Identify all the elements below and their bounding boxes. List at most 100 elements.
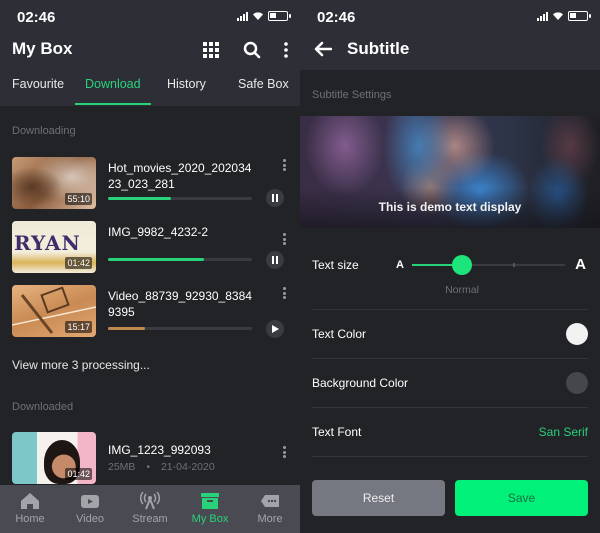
reset-button[interactable]: Reset bbox=[312, 480, 445, 516]
more-vert-icon[interactable] bbox=[274, 38, 298, 62]
nav-label: Stream bbox=[132, 513, 168, 525]
nav-video[interactable]: Video bbox=[60, 485, 120, 533]
item-more-icon[interactable] bbox=[280, 157, 288, 173]
subtitle-header: 02:46 Subtitle bbox=[300, 0, 600, 70]
signal-icon bbox=[537, 11, 548, 21]
text-size-slider[interactable] bbox=[412, 255, 565, 275]
status-bar: 02:46 bbox=[0, 0, 300, 34]
file-meta: 25MB • 21-04-2020 bbox=[108, 461, 215, 473]
settings-section-label: Subtitle Settings bbox=[312, 89, 392, 101]
file-name: IMG_1223_992093 bbox=[108, 443, 211, 457]
view-more-link[interactable]: View more 3 processing... bbox=[12, 358, 150, 372]
grid-icon[interactable] bbox=[199, 38, 223, 62]
text-size-label: Text size bbox=[312, 258, 359, 272]
mybox-screen: 02:46 My Box Favourite Download History bbox=[0, 0, 300, 533]
pause-button[interactable] bbox=[266, 189, 284, 207]
page-title: My Box bbox=[12, 39, 73, 58]
search-icon[interactable] bbox=[240, 38, 264, 62]
video-duration: 01:42 bbox=[65, 257, 92, 269]
more-icon bbox=[261, 495, 279, 507]
download-progress-bar bbox=[108, 327, 252, 330]
nav-label: More bbox=[257, 513, 283, 525]
text-font-setting[interactable]: Text Font San Serif bbox=[312, 408, 588, 457]
mybox-header: 02:46 My Box Favourite Download History bbox=[0, 0, 300, 106]
slider-thumb[interactable] bbox=[452, 255, 473, 275]
active-tab-indicator bbox=[75, 103, 151, 105]
resume-button[interactable] bbox=[266, 320, 284, 338]
nav-label: Home bbox=[15, 513, 45, 525]
battery-icon bbox=[268, 11, 291, 21]
stream-icon bbox=[140, 492, 160, 510]
wifi-icon bbox=[253, 12, 263, 20]
pause-icon bbox=[272, 256, 278, 264]
item-more-icon[interactable] bbox=[280, 444, 288, 460]
item-more-icon[interactable] bbox=[280, 285, 288, 301]
text-size-setting: Text size A A Normal bbox=[312, 250, 588, 310]
pause-button[interactable] bbox=[266, 251, 284, 269]
file-name: Video_88739_92930_83849395 bbox=[108, 289, 252, 319]
progress-fill bbox=[108, 258, 205, 261]
play-icon bbox=[272, 325, 279, 333]
video-thumbnail: RYAN 01:42 bbox=[12, 221, 96, 273]
tab-favourite[interactable]: Favourite bbox=[12, 77, 64, 91]
battery-icon bbox=[568, 11, 591, 21]
nav-home[interactable]: Home bbox=[0, 485, 60, 533]
bottom-nav: Home Video Stream My Box More bbox=[0, 485, 300, 533]
tab-history[interactable]: History bbox=[167, 77, 206, 91]
background-color-setting[interactable]: Background Color bbox=[312, 359, 588, 408]
status-time: 02:46 bbox=[17, 9, 56, 26]
back-button[interactable] bbox=[311, 37, 335, 61]
download-item[interactable]: 15:17 Video_88739_92930_83849395 bbox=[12, 285, 290, 340]
video-duration: 55:10 bbox=[65, 193, 92, 205]
text-color-label: Text Color bbox=[312, 327, 367, 341]
subtitle-preview: This is demo text display bbox=[300, 116, 600, 228]
background-color-swatch[interactable] bbox=[566, 372, 588, 394]
download-item[interactable]: RYAN 01:42 IMG_9982_4232-2 bbox=[12, 221, 290, 276]
text-font-label: Text Font bbox=[312, 425, 362, 439]
video-thumbnail: 55:10 bbox=[12, 157, 96, 209]
nav-label: My Box bbox=[191, 513, 229, 525]
download-progress-bar bbox=[108, 197, 252, 200]
downloaded-item[interactable]: 01:42 IMG_1223_992093 25MB • 21-04-2020 bbox=[12, 432, 290, 487]
downloading-section-label: Downloading bbox=[12, 125, 76, 137]
box-icon bbox=[201, 493, 219, 509]
meta-separator: • bbox=[146, 461, 151, 473]
subtitle-screen: 02:46 Subtitle Subtitle Settings This is… bbox=[300, 0, 600, 533]
tab-bar: Favourite Download History Safe Box bbox=[0, 66, 300, 106]
nav-my-box[interactable]: My Box bbox=[180, 485, 240, 533]
pause-icon bbox=[272, 194, 278, 202]
download-item[interactable]: 55:10 Hot_movies_2020_20203423_023_281 bbox=[12, 157, 290, 212]
small-text-icon: A bbox=[396, 259, 404, 271]
text-color-swatch[interactable] bbox=[566, 323, 588, 345]
demo-subtitle-text: This is demo text display bbox=[378, 200, 522, 214]
progress-fill bbox=[108, 327, 146, 330]
arrow-left-icon bbox=[314, 41, 332, 57]
file-size: 25MB bbox=[108, 461, 136, 473]
status-bar: 02:46 bbox=[300, 0, 600, 34]
wifi-icon bbox=[553, 12, 563, 20]
video-thumbnail: 01:42 bbox=[12, 432, 96, 484]
item-more-icon[interactable] bbox=[280, 231, 288, 247]
slider-tick bbox=[513, 263, 515, 267]
page-title: Subtitle bbox=[347, 39, 410, 58]
text-font-value[interactable]: San Serif bbox=[539, 425, 588, 439]
nav-stream[interactable]: Stream bbox=[120, 485, 180, 533]
status-time: 02:46 bbox=[317, 9, 356, 26]
file-name: Hot_movies_2020_20203423_023_281 bbox=[108, 161, 252, 191]
tab-safe-box[interactable]: Safe Box bbox=[238, 77, 289, 91]
home-icon bbox=[21, 493, 39, 509]
downloaded-section-label: Downloaded bbox=[12, 401, 74, 413]
file-name: IMG_9982_4232-2 bbox=[108, 225, 209, 239]
save-button[interactable]: Save bbox=[455, 480, 588, 516]
text-color-setting[interactable]: Text Color bbox=[312, 310, 588, 359]
text-size-value: Normal bbox=[445, 284, 479, 296]
thumbnail-jersey-art: RYAN bbox=[14, 231, 81, 255]
signal-icon bbox=[237, 11, 248, 21]
video-icon bbox=[81, 495, 99, 508]
video-thumbnail: 15:17 bbox=[12, 285, 96, 337]
video-duration: 15:17 bbox=[65, 321, 92, 333]
large-text-icon: A bbox=[575, 256, 586, 273]
nav-more[interactable]: More bbox=[240, 485, 300, 533]
tab-download[interactable]: Download bbox=[85, 77, 141, 91]
background-color-label: Background Color bbox=[312, 376, 409, 390]
